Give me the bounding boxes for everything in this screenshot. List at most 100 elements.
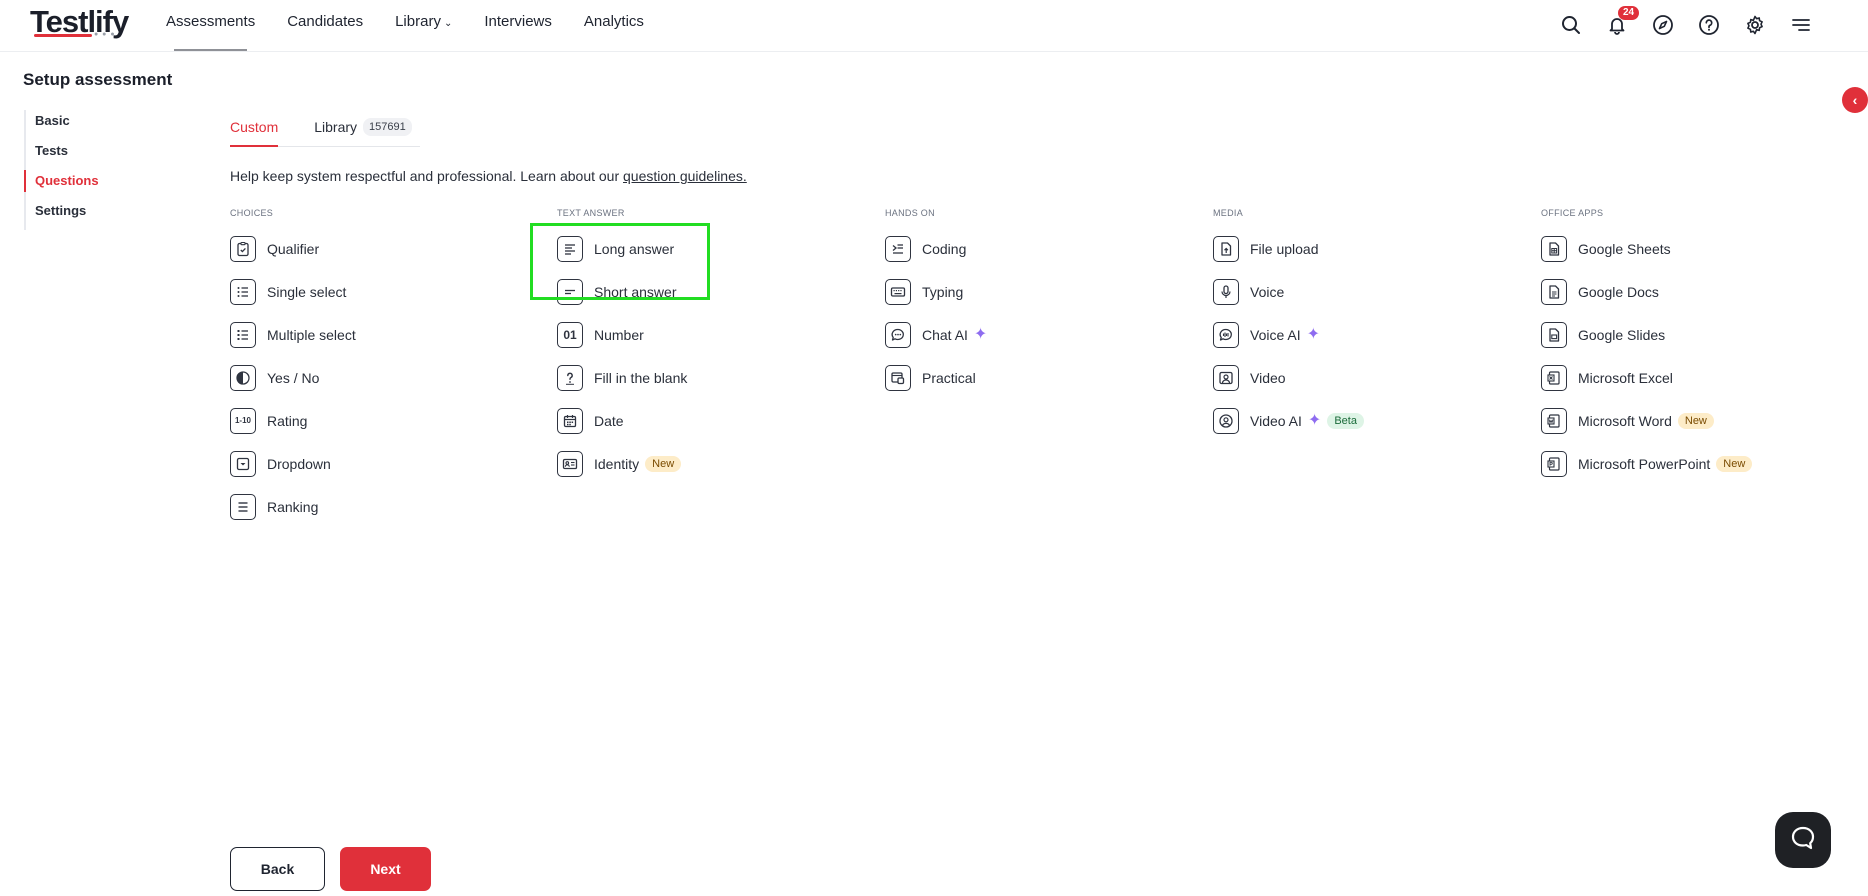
setup-steps-nav: Basic Tests Questions Settings (24, 110, 136, 230)
question-type-label: Microsoft Word (1578, 412, 1672, 429)
question-type-coding[interactable]: Coding (885, 227, 1185, 270)
help-icon[interactable] (1692, 8, 1726, 42)
question-type-label: Yes / No (267, 369, 320, 386)
column-hands-on: HANDS ON Coding Typing Chat AI ✦ Practic… (885, 208, 1185, 399)
rating-scale-icon: 1-10 (230, 407, 256, 434)
code-icon (885, 235, 911, 262)
gear-icon[interactable] (1738, 8, 1772, 42)
question-type-qualifier[interactable]: Qualifier (230, 227, 530, 270)
chevron-left-icon: ‹ (1852, 92, 1858, 108)
question-type-dropdown[interactable]: Dropdown (230, 442, 530, 485)
nav-label: Candidates (287, 13, 364, 30)
question-type-multiple-select[interactable]: Multiple select (230, 313, 530, 356)
nav-label: Library (395, 13, 441, 30)
question-type-label: Chat AI (922, 326, 968, 343)
question-type-video[interactable]: Video (1213, 356, 1513, 399)
new-badge: New (645, 455, 682, 472)
column-choices: CHOICES Qualifier Single select Multiple… (230, 208, 530, 528)
question-type-microsoft-powerpoint[interactable]: Microsoft PowerPoint New (1541, 442, 1841, 485)
question-type-label: Voice (1250, 283, 1285, 300)
question-type-microsoft-word[interactable]: Microsoft Word New (1541, 399, 1841, 442)
step-settings[interactable]: Settings (26, 200, 136, 230)
compass-icon[interactable] (1646, 8, 1680, 42)
list-check-icon (230, 321, 256, 348)
question-type-microsoft-excel[interactable]: Microsoft Excel (1541, 356, 1841, 399)
tab-label: Library (314, 119, 358, 135)
question-type-label: Microsoft PowerPoint (1578, 455, 1711, 472)
search-icon[interactable] (1554, 8, 1588, 42)
question-type-chat-ai[interactable]: Chat AI ✦ (885, 313, 1185, 356)
question-type-single-select[interactable]: Single select (230, 270, 530, 313)
question-type-date[interactable]: Date (557, 399, 857, 442)
beta-badge: Beta (1327, 412, 1364, 429)
ai-sparkle-icon: ✦ (973, 325, 988, 343)
powerpoint-icon (1541, 450, 1567, 477)
question-type-video-ai[interactable]: Video AI ✦ Beta (1213, 399, 1513, 442)
step-questions[interactable]: Questions (24, 170, 136, 200)
step-basic[interactable]: Basic (26, 110, 136, 140)
question-type-yes-no[interactable]: Yes / No (230, 356, 530, 399)
collapse-panel-button[interactable]: ‹ (1842, 87, 1868, 113)
chevron-down-icon: ⌄ (443, 18, 453, 29)
question-type-label: Practical (922, 369, 976, 386)
question-guidelines-link[interactable]: question guidelines. (623, 168, 747, 184)
menu-icon[interactable] (1784, 8, 1818, 42)
question-type-voice[interactable]: Voice (1213, 270, 1513, 313)
tab-label: Custom (230, 119, 279, 135)
question-type-label: Qualifier (267, 240, 320, 257)
question-type-rating[interactable]: 1-10 Rating (230, 399, 530, 442)
support-chat-button[interactable] (1775, 812, 1831, 868)
column-heading: OFFICE APPS (1541, 208, 1604, 218)
question-type-file-upload[interactable]: File upload (1213, 227, 1513, 270)
main-nav: Assessments Candidates Library ⌄ Intervie… (150, 0, 660, 51)
nav-interviews[interactable]: Interviews (468, 0, 568, 51)
help-text-body: Help keep system respectful and professi… (230, 168, 624, 184)
help-text: Help keep system respectful and professi… (230, 168, 747, 184)
question-type-ranking[interactable]: Ranking (230, 485, 530, 528)
next-button[interactable]: Next (340, 847, 431, 891)
tab-library[interactable]: Library 157691 (314, 112, 412, 146)
question-source-tabs: Custom Library 157691 (230, 112, 420, 147)
question-type-google-docs[interactable]: Google Docs (1541, 270, 1841, 313)
slides-icon (1541, 321, 1567, 348)
question-type-fill-in-the-blank[interactable]: Fill in the blank (557, 356, 857, 399)
question-type-label: Google Docs (1578, 283, 1659, 300)
library-count-badge: 157691 (363, 118, 412, 136)
question-type-label: Video (1250, 369, 1286, 386)
nav-assessments[interactable]: Assessments (150, 0, 271, 51)
nav-label: Analytics (583, 13, 644, 30)
column-heading: CHOICES (230, 208, 274, 218)
chat-bubble-icon (1789, 824, 1817, 857)
excel-icon (1541, 364, 1567, 391)
half-circle-icon (230, 364, 256, 391)
list-icon (230, 278, 256, 305)
question-type-number[interactable]: 01 Number (557, 313, 857, 356)
nav-library[interactable]: Library ⌄ (379, 0, 468, 51)
question-type-label: Typing (922, 283, 964, 300)
column-heading: HANDS ON (885, 208, 935, 218)
step-tests[interactable]: Tests (26, 140, 136, 170)
selection-highlight-box (530, 223, 710, 300)
logo-underline (34, 34, 92, 37)
bell-icon[interactable]: 24 (1600, 6, 1640, 42)
question-type-typing[interactable]: Typing (885, 270, 1185, 313)
column-heading: TEXT ANSWER (557, 208, 625, 218)
question-type-google-slides[interactable]: Google Slides (1541, 313, 1841, 356)
question-type-label: Single select (267, 283, 347, 300)
nav-analytics[interactable]: Analytics (568, 0, 660, 51)
chat-icon (885, 321, 911, 348)
question-type-practical[interactable]: Practical (885, 356, 1185, 399)
question-type-voice-ai[interactable]: Voice AI ✦ (1213, 313, 1513, 356)
tab-custom[interactable]: Custom (230, 112, 279, 147)
top-navbar: Testlify ● ● ● Assessments Candidates Li… (0, 0, 1868, 52)
dropdown-icon (230, 450, 256, 477)
question-type-label: Video AI (1250, 412, 1302, 429)
question-type-identity[interactable]: Identity New (557, 442, 857, 485)
nav-candidates[interactable]: Candidates (271, 0, 379, 51)
sheets-icon (1541, 235, 1567, 262)
back-button[interactable]: Back (230, 847, 325, 891)
rating-glyph: 1-10 (234, 416, 251, 425)
question-type-label: Identity (594, 455, 640, 472)
question-type-google-sheets[interactable]: Google Sheets (1541, 227, 1841, 270)
microphone-icon (1213, 278, 1239, 305)
